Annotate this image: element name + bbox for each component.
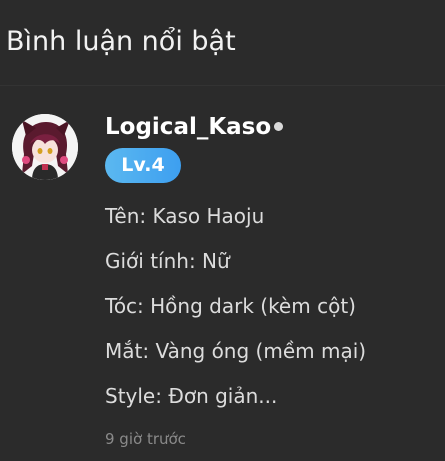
avatar-image (12, 114, 78, 180)
online-status-icon (274, 122, 284, 131)
comment-line: Tóc: Hồng dark (kèm cột) (105, 294, 356, 318)
comment-line: Tên: Kaso Haoju (105, 204, 265, 228)
avatar[interactable] (12, 114, 78, 180)
comment-line: Style: Đơn giản... (105, 384, 278, 408)
username: Logical_Kaso (105, 114, 272, 140)
section-divider (0, 85, 445, 86)
comment-line: Mắt: Vàng óng (mềm mại) (105, 339, 367, 363)
comment-line: Giới tính: Nữ (105, 249, 230, 273)
featured-comment[interactable]: Logical_Kaso Lv.4 Tên: Kaso Haoju Giới t… (0, 100, 445, 461)
comment-body: Tên: Kaso Haoju Giới tính: Nữ Tóc: Hồng … (105, 194, 366, 419)
comment-timestamp: 9 giờ trước (105, 430, 186, 448)
section-title: Bình luận nổi bật (6, 26, 236, 57)
level-badge: Lv.4 (105, 148, 181, 183)
username-row[interactable]: Logical_Kaso (105, 112, 284, 142)
